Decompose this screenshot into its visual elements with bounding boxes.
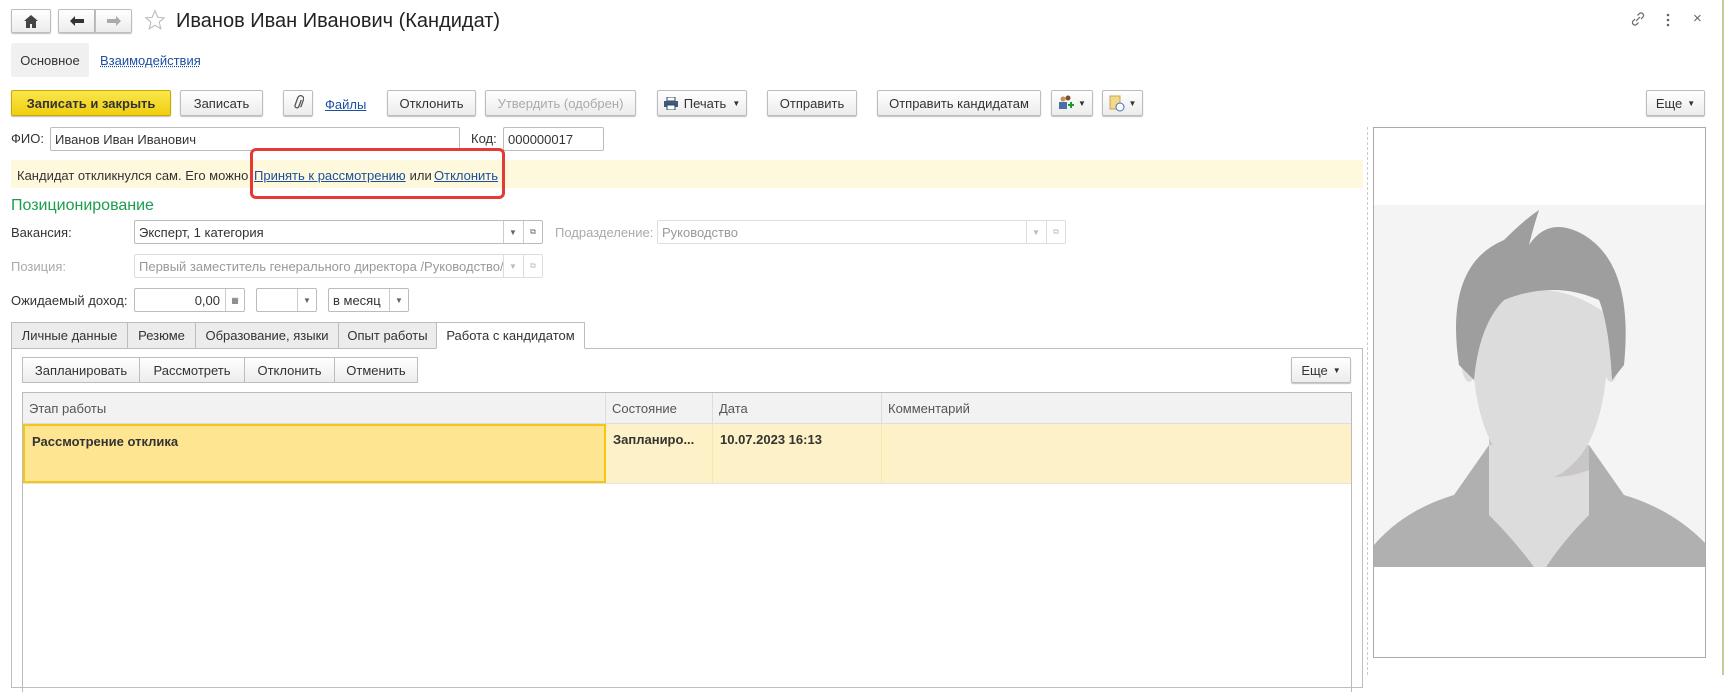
banner-text: Кандидат откликнулся сам. Его можно	[17, 168, 249, 183]
cancel-button[interactable]: Отменить	[334, 357, 418, 383]
cell-stage[interactable]: Рассмотрение отклика	[23, 424, 606, 483]
document-schedule-button[interactable]: ▼	[1102, 90, 1143, 116]
income-label: Ожидаемый доход:	[11, 293, 128, 308]
send-candidates-button[interactable]: Отправить кандидатам	[877, 90, 1041, 116]
save-and-close-button[interactable]: Записать и закрыть	[11, 90, 171, 116]
section-title-positioning: Позиционирование	[11, 197, 154, 214]
files-link[interactable]: Файлы	[325, 97, 366, 112]
period-select[interactable]: в месяц ▼	[328, 288, 409, 312]
department-input: Руководство ▼ ⧉	[657, 220, 1066, 244]
form-tab-main[interactable]: Основное	[11, 43, 89, 77]
tab-candidate-work[interactable]: Работа с кандидатом	[436, 322, 585, 349]
back-button[interactable]	[58, 9, 95, 33]
vacancy-input[interactable]: Эксперт, 1 категория ▼ ⧉	[134, 220, 543, 244]
tab-resume[interactable]: Резюме	[127, 322, 196, 349]
dropdown-arrow-icon: ▼	[503, 255, 522, 277]
reject-stage-button[interactable]: Отклонить	[244, 357, 335, 383]
work-more-button[interactable]: Еще ▼	[1291, 357, 1351, 383]
dropdown-arrow-icon: ▼	[1026, 221, 1045, 243]
send-button[interactable]: Отправить	[767, 90, 857, 116]
form-tab-interactions[interactable]: Взаимодействия	[100, 53, 201, 68]
code-label: Код:	[471, 131, 497, 146]
code-input[interactable]: 000000017	[503, 127, 604, 151]
splitter[interactable]	[1367, 127, 1368, 675]
chevron-down-icon: ▼	[1128, 98, 1137, 108]
cell-comment[interactable]	[882, 424, 1351, 483]
print-button[interactable]: Печать ▼	[657, 90, 747, 116]
vacancy-label: Вакансия:	[11, 225, 72, 240]
calculator-icon[interactable]: ▦	[225, 289, 244, 311]
tab-experience[interactable]: Опыт работы	[338, 322, 437, 349]
income-input[interactable]: 0,00 ▦	[134, 288, 245, 312]
home-icon	[24, 14, 38, 28]
avatar-placeholder-icon	[1374, 205, 1705, 567]
position-input: Первый заместитель генерального директор…	[134, 254, 543, 278]
row-divider	[23, 483, 1351, 484]
column-header-date[interactable]: Дата	[713, 393, 882, 424]
chevron-down-icon: ▼	[1078, 98, 1086, 108]
approve-button[interactable]: Утвердить (одобрен)	[485, 90, 636, 116]
department-label: Подразделение:	[555, 225, 654, 240]
window-title: Иванов Иван Иванович (Кандидат)	[176, 10, 501, 32]
open-icon[interactable]: ⧉	[523, 221, 542, 243]
forward-button[interactable]	[95, 9, 132, 33]
photo-frame[interactable]	[1373, 127, 1706, 658]
add-users-button[interactable]: ▼	[1051, 90, 1093, 116]
tab-education[interactable]: Образование, языки	[195, 322, 339, 349]
arrow-right-icon	[106, 16, 121, 26]
highlight-box	[250, 148, 505, 199]
review-button[interactable]: Рассмотреть	[139, 357, 245, 383]
save-button[interactable]: Записать	[180, 90, 263, 116]
users-add-icon	[1059, 95, 1075, 109]
chevron-down-icon: ▼	[732, 98, 741, 108]
dropdown-arrow-icon[interactable]: ▼	[503, 221, 522, 243]
paperclip-icon	[294, 95, 304, 109]
close-icon[interactable]: ×	[1693, 10, 1702, 27]
chevron-down-icon: ▼	[1332, 365, 1341, 375]
open-icon: ⧉	[523, 255, 542, 277]
open-icon: ⧉	[1046, 221, 1065, 243]
link-icon[interactable]	[1630, 11, 1646, 27]
home-button[interactable]	[11, 9, 51, 33]
reject-button[interactable]: Отклонить	[387, 90, 476, 116]
document-clock-icon	[1109, 95, 1125, 111]
cell-state[interactable]: Запланиро...	[606, 424, 713, 483]
more-button[interactable]: Еще ▼	[1646, 90, 1705, 116]
position-label: Позиция:	[11, 259, 67, 274]
plan-button[interactable]: Запланировать	[22, 357, 140, 383]
printer-icon	[663, 96, 678, 110]
tab-personal[interactable]: Личные данные	[11, 322, 128, 349]
star-icon[interactable]	[144, 9, 166, 31]
window-edge	[1722, 0, 1724, 675]
chevron-down-icon: ▼	[1687, 98, 1696, 108]
dropdown-arrow-icon[interactable]: ▼	[389, 289, 408, 311]
arrow-left-icon	[69, 16, 84, 26]
attach-button[interactable]	[283, 90, 313, 116]
column-header-comment[interactable]: Комментарий	[882, 393, 1351, 424]
fio-label: ФИО:	[11, 131, 44, 146]
dropdown-arrow-icon[interactable]: ▼	[297, 289, 316, 311]
currency-select[interactable]: ▼	[256, 288, 317, 312]
more-vertical-icon[interactable]	[1665, 12, 1671, 28]
column-header-stage[interactable]: Этап работы	[23, 393, 606, 424]
cell-date[interactable]: 10.07.2023 16:13	[713, 424, 882, 483]
column-header-state[interactable]: Состояние	[606, 393, 713, 424]
